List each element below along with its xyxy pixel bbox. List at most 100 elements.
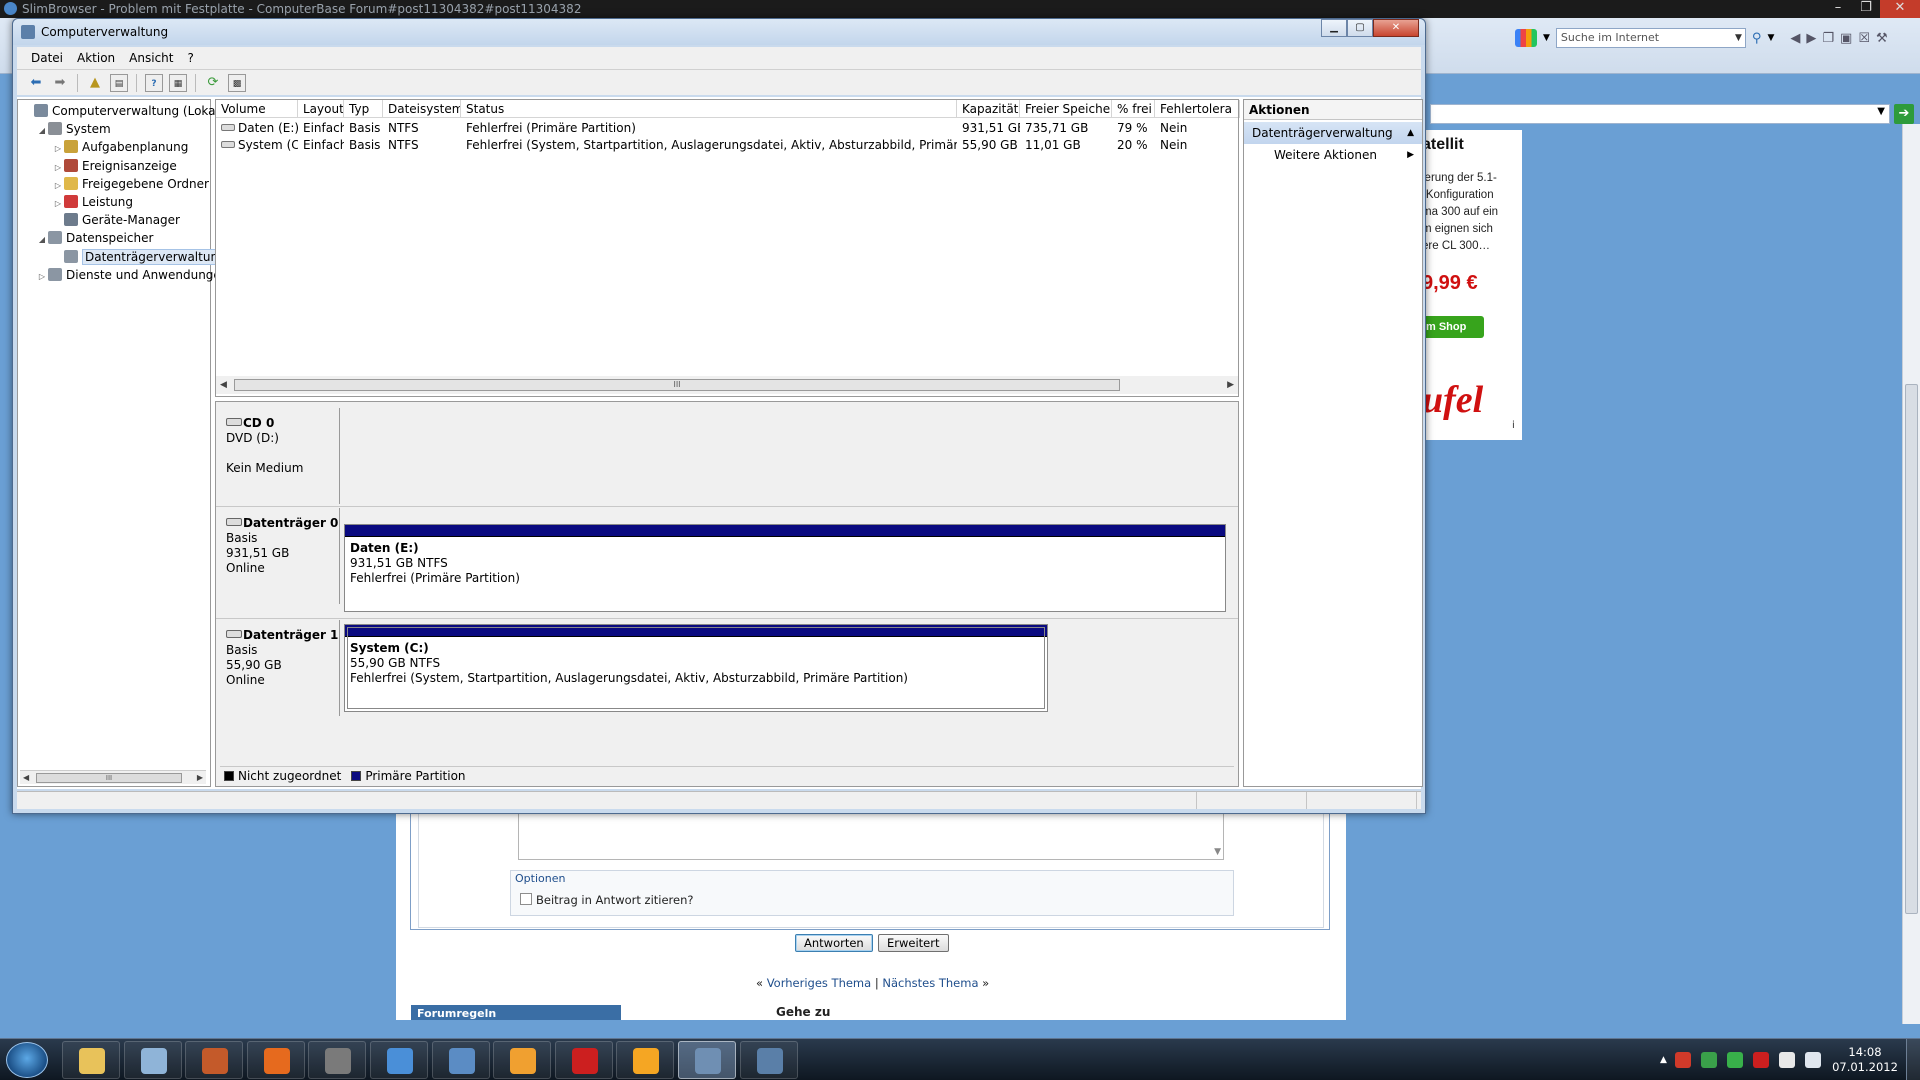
- partition-system-c[interactable]: System (C:) 55,90 GB NTFS Fehlerfrei (Sy…: [344, 624, 1048, 712]
- forward-arrow-icon[interactable]: ➡: [51, 74, 69, 92]
- tree-item[interactable]: Datenträgerverwaltung: [52, 248, 229, 266]
- next-thread-link[interactable]: Nächstes Thema: [882, 976, 978, 990]
- tray-fox-icon[interactable]: [1674, 1052, 1691, 1068]
- column-header[interactable]: Status: [461, 100, 957, 118]
- scrollbar-thumb[interactable]: [1905, 384, 1918, 914]
- forum-rules-header[interactable]: Forumregeln: [411, 1005, 621, 1020]
- table-row[interactable]: System (C:) Einfach Basis NTFS Fehlerfrei (S…: [216, 137, 1238, 154]
- tray-network-icon[interactable]: [1700, 1052, 1717, 1068]
- taskbar-remote-button[interactable]: [739, 1041, 798, 1079]
- taskbar-media-center-button[interactable]: [185, 1041, 244, 1079]
- forward-arrow-icon[interactable]: ▶: [1806, 31, 1816, 46]
- partition-daten-e[interactable]: Daten (E:) 931,51 GB NTFS Fehlerfrei (Pr…: [344, 524, 1226, 612]
- column-header[interactable]: Kapazität: [957, 100, 1020, 118]
- taskbar-itunes-button[interactable]: [370, 1041, 428, 1079]
- minimize-icon[interactable]: ▁: [1321, 19, 1347, 37]
- column-header[interactable]: Dateisystem: [383, 100, 461, 118]
- close-tab-icon[interactable]: ☒: [1858, 31, 1870, 46]
- taskbar-outlook-button[interactable]: [493, 1041, 552, 1079]
- taskbar-media-player-button[interactable]: [616, 1041, 675, 1079]
- scroll-right-icon[interactable]: ▶: [1227, 376, 1234, 394]
- scrollbar-thumb[interactable]: III: [234, 379, 1120, 391]
- disk-label-disk0[interactable]: Datenträger 0 Basis 931,51 GB Online: [218, 508, 340, 604]
- tree-item[interactable]: ▷ Aufgabenplanung: [52, 138, 188, 156]
- menu-aktion[interactable]: Aktion: [77, 47, 115, 69]
- search-input[interactable]: Suche im Internet ▼: [1555, 28, 1746, 48]
- column-header[interactable]: Typ: [344, 100, 383, 118]
- ad-info-icon[interactable]: i: [1512, 420, 1515, 431]
- volume-list-horizontal-scrollbar[interactable]: ◀ III ▶: [216, 376, 1238, 394]
- tree-item[interactable]: Geräte-Manager: [52, 211, 180, 229]
- scrollbar-thumb[interactable]: III: [36, 773, 182, 783]
- column-header[interactable]: % frei: [1112, 100, 1155, 118]
- scroll-left-icon[interactable]: ◀: [220, 376, 227, 394]
- column-header[interactable]: Freier Speicher: [1020, 100, 1112, 118]
- tray-volume-icon[interactable]: [1804, 1052, 1821, 1068]
- show-hide-tree-icon[interactable]: ▤: [110, 73, 128, 92]
- chevron-down-icon[interactable]: ▼: [1543, 33, 1550, 43]
- taskbar-explorer-button[interactable]: [62, 1041, 120, 1079]
- reply-button[interactable]: Antworten: [795, 934, 873, 952]
- more-actions-item[interactable]: Weitere Aktionen ▶: [1244, 144, 1422, 166]
- disk-label-cd0[interactable]: CD 0 DVD (D:) Kein Medium: [218, 408, 340, 504]
- maximize-icon[interactable]: ▢: [1347, 19, 1373, 37]
- tray-battery-icon[interactable]: [1726, 1052, 1743, 1068]
- quote-checkbox-label[interactable]: Beitrag in Antwort zitieren?: [536, 893, 694, 907]
- up-folder-icon[interactable]: ▲: [86, 74, 104, 92]
- window-titlebar[interactable]: Computerverwaltung ▁ ▢ ✕: [13, 19, 1425, 45]
- tray-expand-icon[interactable]: ▲: [1660, 1055, 1667, 1065]
- expand-arrow-icon[interactable]: ◢: [36, 122, 48, 140]
- expand-arrow-icon[interactable]: ◢: [36, 231, 48, 249]
- taskbar-firefox-button[interactable]: [246, 1041, 305, 1079]
- tray-flag-icon[interactable]: [1778, 1052, 1795, 1068]
- properties-icon[interactable]: ▦: [169, 73, 187, 92]
- close-icon[interactable]: ✕: [1373, 19, 1419, 37]
- tree-item[interactable]: Computerverwaltung (Lokal): [22, 102, 224, 120]
- column-header[interactable]: Fehlertolera: [1155, 100, 1240, 118]
- taskbar-slimbrowser-button[interactable]: [431, 1041, 490, 1079]
- help-icon[interactable]: ?: [145, 73, 163, 92]
- advertisement[interactable]: atellit ierung der 5.1- -Konfiguration m…: [1422, 130, 1522, 440]
- show-desktop-button[interactable]: [1906, 1039, 1920, 1080]
- tree-item[interactable]: ◢ Datenspeicher: [36, 229, 153, 247]
- column-header[interactable]: Layout: [298, 100, 344, 118]
- advanced-button[interactable]: Erweitert: [878, 934, 949, 952]
- taskbar-computer-management-button[interactable]: [678, 1041, 736, 1079]
- scroll-right-icon[interactable]: ▶: [197, 771, 203, 785]
- close-icon[interactable]: ✕: [1880, 0, 1920, 18]
- actions-section-disk-management[interactable]: Datenträgerverwaltung ▲: [1244, 122, 1422, 144]
- scroll-left-icon[interactable]: ◀: [23, 771, 29, 785]
- quote-checkbox[interactable]: [520, 893, 532, 905]
- scroll-down-icon[interactable]: ▼: [1214, 847, 1221, 857]
- refresh-icon[interactable]: ⟳: [204, 74, 222, 92]
- minimize-icon[interactable]: –: [1824, 0, 1852, 18]
- tree-item[interactable]: ◢ System: [36, 120, 111, 138]
- page-scrollbar[interactable]: [1902, 124, 1920, 1024]
- tree-item[interactable]: ▷ Leistung: [52, 193, 133, 211]
- tree-item[interactable]: ▷ Dienste und Anwendungen: [36, 266, 228, 284]
- menu-help[interactable]: ?: [187, 47, 193, 69]
- disk-label-disk1[interactable]: Datenträger 1 Basis 55,90 GB Online: [218, 620, 340, 716]
- menu-ansicht[interactable]: Ansicht: [129, 47, 173, 69]
- column-header[interactable]: Volume: [216, 100, 298, 118]
- go-button[interactable]: ➔: [1894, 104, 1914, 124]
- tree-item[interactable]: ▷ Freigegebene Ordner: [52, 175, 209, 193]
- cascade-icon[interactable]: ❐: [1822, 31, 1834, 46]
- start-button[interactable]: [6, 1042, 48, 1078]
- back-arrow-icon[interactable]: ◀: [1790, 31, 1800, 46]
- reply-textarea[interactable]: ▼: [518, 810, 1224, 860]
- expand-arrow-icon[interactable]: ▷: [36, 268, 48, 286]
- clock[interactable]: 14:08 07.01.2012: [1830, 1045, 1900, 1075]
- address-bar-input[interactable]: ▼: [1430, 104, 1890, 124]
- taskbar-avira-button[interactable]: [554, 1041, 613, 1079]
- restore-icon[interactable]: ❐: [1852, 0, 1880, 18]
- tree-horizontal-scrollbar[interactable]: ◀ III ▶: [20, 770, 206, 784]
- collapse-icon[interactable]: ▲: [1407, 122, 1414, 144]
- previous-thread-link[interactable]: Vorheriges Thema: [767, 976, 871, 990]
- chevron-down-icon[interactable]: ▼: [1877, 106, 1885, 117]
- tile-icon[interactable]: ▣: [1840, 31, 1852, 46]
- tree-item[interactable]: ▷ Ereignisanzeige: [52, 157, 177, 175]
- chevron-down-icon[interactable]: ▼: [1735, 31, 1742, 45]
- taskbar-winamp-button[interactable]: [308, 1041, 367, 1079]
- tray-avira-icon[interactable]: [1752, 1052, 1769, 1068]
